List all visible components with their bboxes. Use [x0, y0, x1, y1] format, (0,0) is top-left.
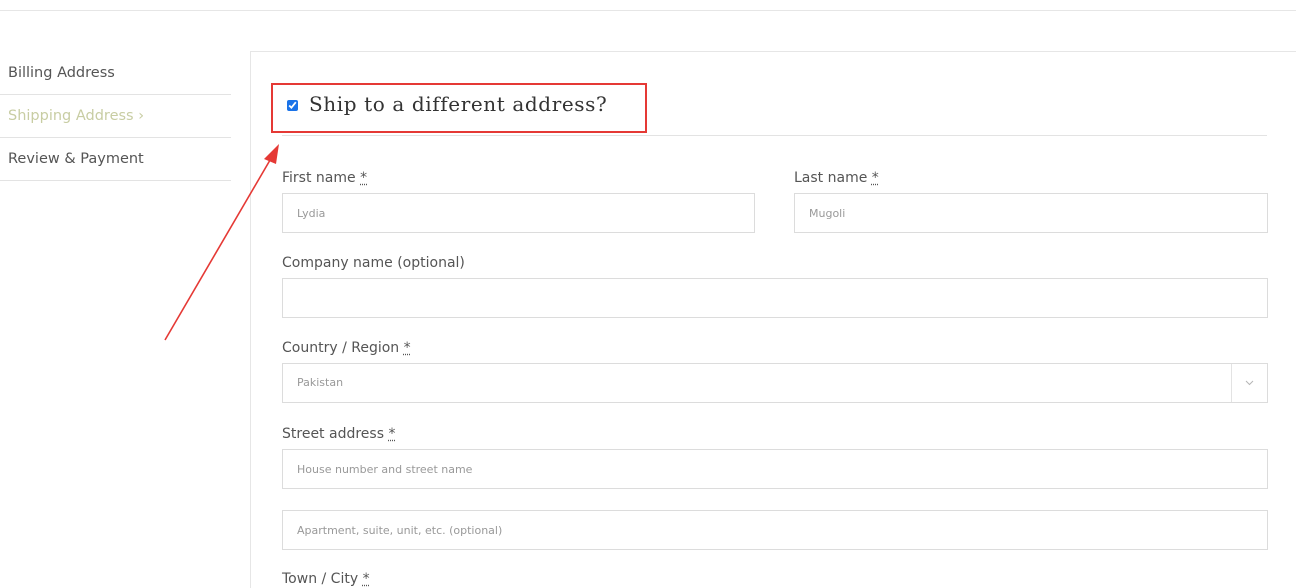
required-marker: *: [360, 170, 368, 186]
company-input[interactable]: [282, 278, 1268, 318]
step-shipping-address[interactable]: Shipping Address ›: [0, 95, 231, 138]
required-marker: *: [871, 170, 879, 186]
last-name-label: Last name *: [794, 170, 879, 186]
ship-different-address-checkbox[interactable]: [287, 100, 298, 111]
last-name-label-text: Last name: [794, 170, 868, 186]
step-review-payment[interactable]: Review & Payment: [0, 138, 231, 181]
street-address-line2-input[interactable]: [282, 510, 1268, 550]
first-name-label-text: First name: [282, 170, 356, 186]
first-name-label: First name *: [282, 170, 367, 186]
country-select[interactable]: Pakistan: [282, 363, 1268, 403]
ship-different-address-label[interactable]: Ship to a different address?: [309, 92, 607, 116]
country-label: Country / Region *: [282, 340, 411, 356]
required-marker: *: [403, 340, 411, 356]
first-name-input[interactable]: [282, 193, 755, 233]
checkout-steps: Billing Address Shipping Address › Revie…: [0, 52, 231, 181]
street-label-text: Street address: [282, 426, 384, 442]
street-label: Street address *: [282, 426, 395, 442]
step-billing-address[interactable]: Billing Address: [0, 52, 231, 95]
town-city-label: Town / City *: [282, 571, 370, 587]
chevron-down-icon[interactable]: [1231, 364, 1267, 402]
required-marker: *: [362, 571, 370, 587]
shipping-panel: Ship to a different address? First name …: [250, 51, 1296, 588]
town-city-label-text: Town / City: [282, 571, 359, 587]
company-label: Company name (optional): [282, 255, 465, 271]
country-label-text: Country / Region: [282, 340, 400, 356]
top-divider: [0, 10, 1296, 11]
required-marker: *: [388, 426, 396, 442]
company-label-text: Company name (optional): [282, 255, 465, 271]
country-selected-value: Pakistan: [297, 376, 344, 389]
street-address-line1-input[interactable]: [282, 449, 1268, 489]
last-name-input[interactable]: [794, 193, 1268, 233]
